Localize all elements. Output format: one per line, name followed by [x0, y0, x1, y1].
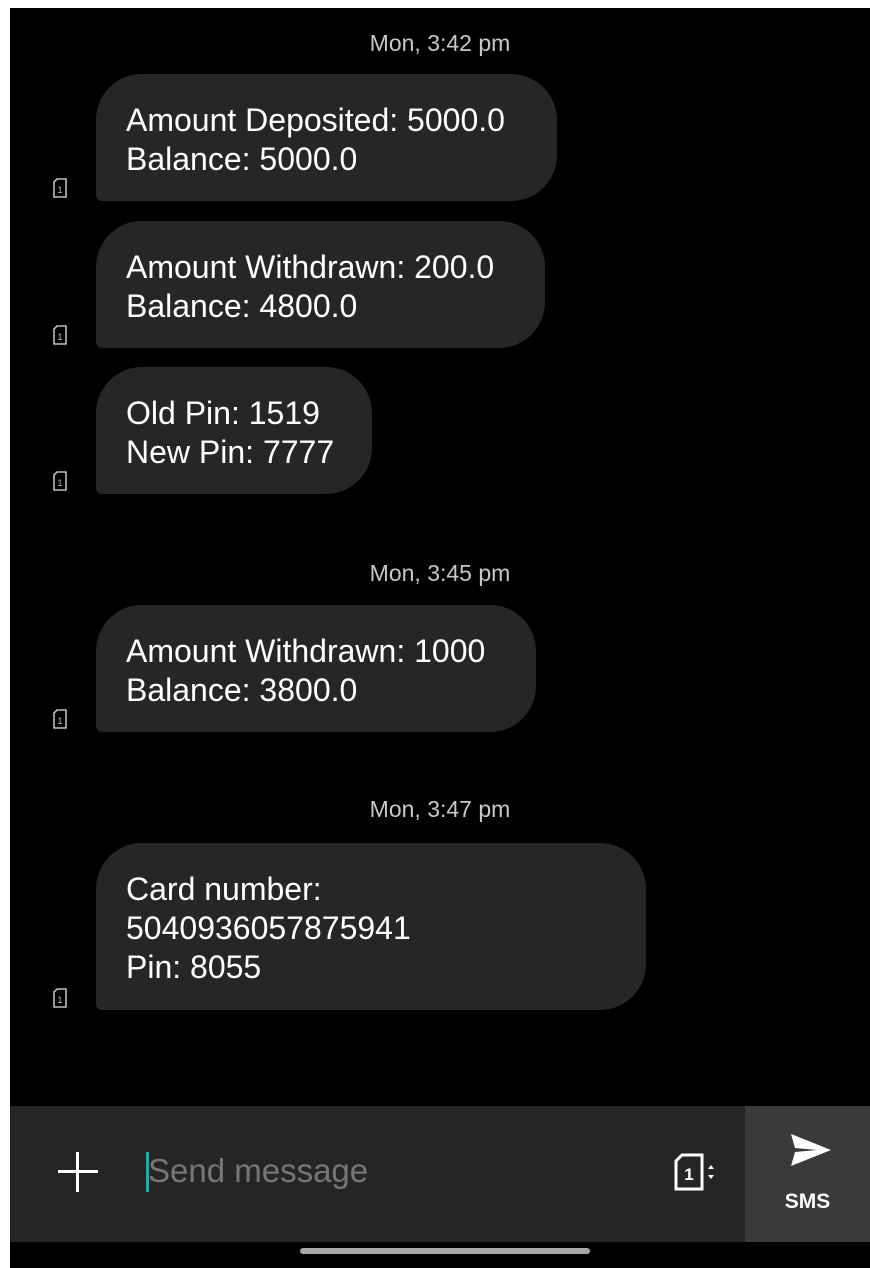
message-composer: 1 SMS [10, 1106, 870, 1242]
send-sms-button[interactable]: SMS [745, 1106, 870, 1242]
message-line: Amount Withdrawn: 200.0 [126, 249, 495, 285]
message-input[interactable] [146, 1146, 648, 1196]
message-line: Balance: 4800.0 [126, 288, 358, 324]
message-bubble[interactable]: Amount Deposited: 5000.0 Balance: 5000.0 [96, 74, 557, 201]
timestamp: Mon, 3:42 pm [369, 30, 511, 56]
send-icon [791, 1134, 831, 1166]
sim-card-icon: 1 [52, 709, 68, 729]
message-line: Pin: 8055 [126, 949, 262, 985]
message-line: Card number: [126, 871, 322, 907]
message-line: Balance: 5000.0 [126, 141, 358, 177]
text-caret [146, 1152, 149, 1192]
send-button-label: SMS [784, 1190, 831, 1213]
sim-badge: 1 [57, 185, 62, 195]
message-line: 5040936057875941 [126, 910, 411, 946]
message-bubble[interactable]: Amount Withdrawn: 1000 Balance: 3800.0 [96, 605, 536, 732]
sim-card-icon: 1 [52, 988, 68, 1008]
sim-badge: 1 [57, 332, 62, 342]
sim-card-icon: 1 [52, 178, 68, 198]
message-bubble[interactable]: Old Pin: 1519 New Pin: 7777 [96, 367, 372, 494]
plus-icon[interactable] [56, 1150, 100, 1194]
message-bubble[interactable]: Card number: 5040936057875941 Pin: 8055 [96, 843, 646, 1010]
sim-badge: 1 [57, 995, 62, 1005]
message-bubble[interactable]: Amount Withdrawn: 200.0 Balance: 4800.0 [96, 221, 545, 348]
sim-select-button[interactable]: 1 [670, 1150, 720, 1194]
sim-badge: 1 [57, 716, 62, 726]
sim-card-icon: 1 [674, 1153, 714, 1191]
sim-card-icon: 1 [52, 325, 68, 345]
sim-card-icon: 1 [52, 471, 68, 491]
message-line: Balance: 3800.0 [126, 672, 358, 708]
message-line: Old Pin: 1519 [126, 395, 320, 431]
message-line: Amount Withdrawn: 1000 [126, 633, 486, 669]
sim-slot-number: 1 [684, 1165, 693, 1184]
message-line: Amount Deposited: 5000.0 [126, 102, 505, 138]
home-indicator[interactable] [300, 1248, 590, 1254]
messages-screen: Mon, 3:42 pm Amount Deposited: 5000.0 Ba… [10, 8, 870, 1268]
message-input-wrapper [146, 1146, 648, 1196]
timestamp: Mon, 3:47 pm [369, 796, 511, 822]
message-line: New Pin: 7777 [126, 434, 335, 470]
timestamp: Mon, 3:45 pm [369, 560, 511, 586]
sim-switch-arrows [708, 1165, 714, 1179]
sim-badge: 1 [57, 478, 62, 488]
